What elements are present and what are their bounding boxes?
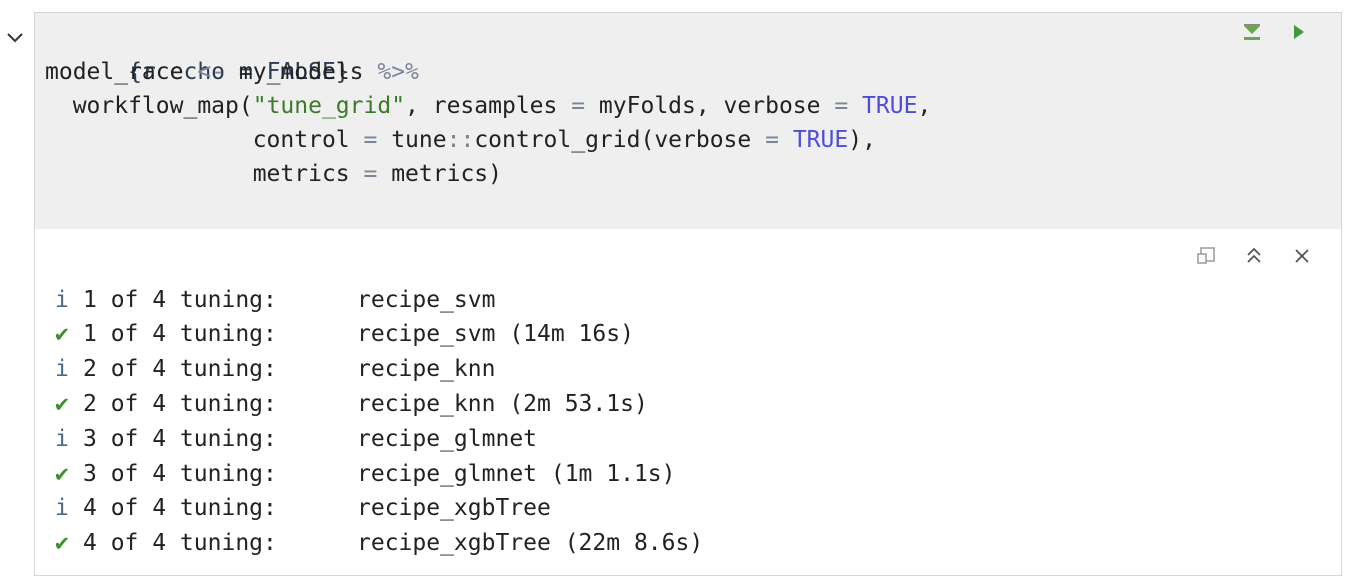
info-icon: i — [55, 426, 69, 452]
code-token: model_race — [45, 59, 198, 85]
output-text: recipe_glmnet (1m 1.1s) — [357, 461, 676, 487]
output-prefix: 2 of 4 tuning: — [83, 356, 277, 382]
collapse-output-button[interactable] — [1241, 243, 1267, 269]
checkmark-icon: ✔ — [55, 530, 69, 556]
info-icon: i — [55, 356, 69, 382]
chunk-fold-toggle[interactable] — [4, 26, 26, 48]
code-token: <- — [197, 59, 226, 85]
code-token: TRUE — [862, 93, 918, 119]
output-text: recipe_xgbTree (22m 8.6s) — [357, 530, 704, 556]
code-token: "tune_grid" — [252, 93, 406, 119]
chevron-down-icon — [7, 33, 23, 43]
output-line: i 2 of 4 tuning: recipe_knn — [55, 352, 495, 386]
output-prefix: 1 of 4 tuning: — [83, 321, 277, 347]
chunk-output: i 1 of 4 tuning: recipe_svm ✔ 1 of 4 tuning… — [35, 229, 1341, 575]
output-text: recipe_glmnet — [357, 426, 538, 452]
code-token: , resamples — [405, 93, 572, 119]
output-prefix: 2 of 4 tuning: — [83, 391, 277, 417]
output-line: i 3 of 4 tuning: recipe_glmnet — [55, 422, 537, 456]
code-token: = — [571, 93, 586, 119]
chunk-toolbar — [1239, 19, 1311, 45]
output-text: recipe_svm — [357, 287, 496, 313]
code-token: = — [363, 127, 378, 153]
code-editor[interactable]: {r echo = FALSE} model_race <- my_models… — [35, 13, 1341, 229]
code-line-5: metrics = metrics) — [45, 157, 502, 191]
code-token: my_models — [225, 59, 378, 85]
output-line: i 4 of 4 tuning: recipe_xgbTree — [55, 491, 551, 525]
code-token: metrics — [45, 161, 364, 187]
info-icon: i — [55, 495, 69, 521]
output-line: ✔ 2 of 4 tuning: recipe_knn (2m 53.1s) — [55, 387, 648, 421]
code-token: myFolds, verbose — [585, 93, 835, 119]
run-chunk-button[interactable] — [1285, 19, 1311, 45]
output-toolbar — [1193, 243, 1315, 269]
code-token: = — [363, 161, 378, 187]
chunk-header: {r echo = FALSE} — [45, 21, 350, 85]
code-token: ), — [848, 127, 876, 153]
code-token: = — [765, 127, 779, 153]
run-chunk-icon — [1294, 25, 1304, 39]
code-line-4: control = tune::control_grid(verbose = T… — [45, 123, 876, 157]
code-token: control — [45, 127, 364, 153]
code-token: :: — [446, 127, 475, 153]
code-token: workflow_map( — [45, 93, 253, 119]
output-prefix: 4 of 4 tuning: — [83, 495, 277, 521]
popout-icon — [1197, 247, 1215, 264]
output-text: recipe_svm (14m 16s) — [357, 321, 634, 347]
collapse-output-icon — [1247, 247, 1261, 263]
popout-output-button[interactable] — [1193, 243, 1219, 269]
output-line: ✔ 1 of 4 tuning: recipe_svm (14m 16s) — [55, 317, 634, 351]
output-prefix: 3 of 4 tuning: — [83, 426, 277, 452]
output-text: recipe_knn (2m 53.1s) — [357, 391, 648, 417]
output-text: recipe_knn — [357, 356, 496, 382]
output-prefix: 3 of 4 tuning: — [83, 461, 277, 487]
code-token: %>% — [377, 59, 419, 85]
code-token: = — [834, 93, 849, 119]
close-icon — [1295, 249, 1309, 263]
code-line-3: workflow_map("tune_grid", resamples = my… — [45, 89, 932, 123]
output-text: recipe_xgbTree — [357, 495, 551, 521]
code-line-2: model_race <- my_models %>% — [45, 55, 419, 89]
code-chunk: {r echo = FALSE} model_race <- my_models… — [34, 12, 1342, 576]
info-icon: i — [55, 287, 69, 313]
output-line: ✔ 4 of 4 tuning: recipe_xgbTree (22m 8.6s) — [55, 526, 703, 560]
output-prefix: 4 of 4 tuning: — [83, 530, 277, 556]
checkmark-icon: ✔ — [55, 461, 69, 487]
output-line: i 1 of 4 tuning: recipe_svm — [55, 283, 495, 317]
code-token: tune — [377, 127, 447, 153]
run-previous-chunks-button[interactable] — [1239, 19, 1265, 45]
output-line: ✔ 3 of 4 tuning: recipe_glmnet (1m 1.1s) — [55, 457, 676, 491]
code-token: TRUE — [792, 127, 849, 153]
run-previous-chunks-icon — [1244, 24, 1260, 40]
checkmark-icon: ✔ — [55, 391, 69, 417]
clear-output-button[interactable] — [1289, 243, 1315, 269]
checkmark-icon: ✔ — [55, 321, 69, 347]
code-token: , — [917, 93, 932, 119]
code-token: control_grid(verbose — [474, 127, 766, 153]
output-prefix: 1 of 4 tuning: — [83, 287, 277, 313]
code-token: metrics) — [377, 161, 502, 187]
